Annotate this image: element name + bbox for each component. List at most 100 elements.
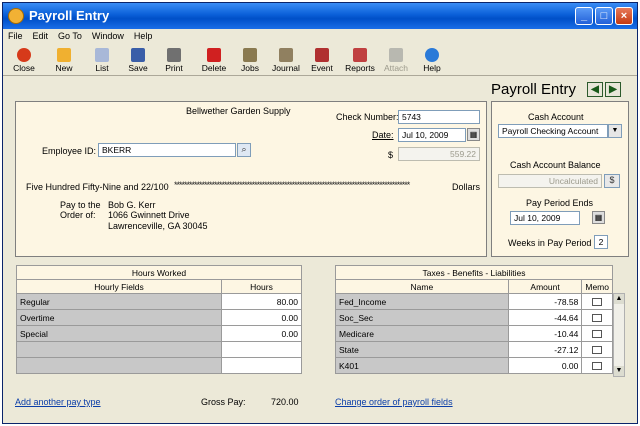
- window-title: Payroll Entry: [29, 8, 110, 23]
- event-button[interactable]: Event: [305, 48, 339, 73]
- menu-window[interactable]: Window: [87, 29, 129, 43]
- scroll-up-icon[interactable]: ▲: [614, 294, 624, 304]
- memo-checkbox[interactable]: [592, 298, 603, 307]
- arrow-left-icon: ◀: [591, 84, 599, 95]
- taxes-benefits-table: Taxes - Benefits - Liabilities Name Amou…: [335, 265, 613, 374]
- employee-lookup-button[interactable]: ⌕: [237, 143, 251, 157]
- memo-checkbox[interactable]: [592, 314, 603, 323]
- employee-id-label: Employee ID:: [42, 146, 97, 156]
- date-label: Date:: [372, 130, 394, 140]
- attach-button[interactable]: Attach: [379, 48, 413, 73]
- save-icon: [131, 48, 145, 62]
- cash-balance-label: Cash Account Balance: [510, 160, 601, 170]
- close-button[interactable]: Close: [7, 48, 41, 73]
- change-order-link[interactable]: Change order of payroll fields: [335, 397, 453, 407]
- check-panel: Bellwether Garden Supply Check Number: 5…: [15, 101, 487, 257]
- table-row[interactable]: Medicare -10.44: [335, 325, 613, 342]
- attach-icon: [389, 48, 403, 62]
- amount-label: $: [388, 150, 394, 160]
- dollars-label: Dollars: [452, 182, 481, 192]
- next-record-button[interactable]: ▶: [605, 82, 621, 97]
- gross-pay-value: 720.00: [271, 397, 299, 407]
- help-icon: [425, 48, 439, 62]
- hours-table-title: Hours Worked: [16, 265, 302, 280]
- print-button[interactable]: Print: [157, 48, 191, 73]
- memo-checkbox[interactable]: [592, 346, 603, 355]
- table-row[interactable]: Special 0.00: [16, 325, 302, 342]
- payroll-entry-window: Payroll Entry _ □ × File Edit Go To Window H…: [2, 2, 638, 424]
- menu-file[interactable]: File: [3, 29, 28, 43]
- calculate-balance-button[interactable]: $: [604, 174, 620, 188]
- page-title: Payroll Entry: [491, 81, 577, 98]
- table-row[interactable]: Fed_Income -78.58: [335, 293, 613, 310]
- menu-help[interactable]: Help: [129, 29, 158, 43]
- pay-period-calendar-icon[interactable]: ▦: [592, 211, 605, 224]
- cash-account-panel: Cash Account Payroll Checking Account ▼ …: [491, 101, 629, 257]
- taxes-table-title: Taxes - Benefits - Liabilities: [335, 265, 613, 280]
- check-date-field[interactable]: Jul 10, 2009: [398, 128, 466, 142]
- memo-checkbox[interactable]: [592, 362, 603, 371]
- arrow-right-icon: ▶: [609, 84, 617, 95]
- jobs-button[interactable]: Jobs: [233, 48, 267, 73]
- delete-icon: [207, 48, 221, 62]
- add-pay-type-link[interactable]: Add another pay type: [15, 397, 101, 407]
- search-icon: ⌕: [241, 144, 247, 154]
- save-button[interactable]: Save: [121, 48, 155, 73]
- list-button[interactable]: List: [85, 48, 119, 73]
- print-icon: [167, 48, 181, 62]
- company-name: Bellwether Garden Supply: [186, 106, 291, 116]
- taxes-scrollbar[interactable]: ▲ ▼: [613, 293, 625, 377]
- reports-button[interactable]: Reports: [343, 48, 377, 73]
- previous-record-button[interactable]: ◀: [587, 82, 603, 97]
- memo-checkbox[interactable]: [592, 330, 603, 339]
- event-icon: [315, 48, 329, 62]
- name-header: Name: [335, 279, 509, 294]
- journal-button[interactable]: Journal: [269, 48, 303, 73]
- table-row[interactable]: Soc_Sec -44.64: [335, 309, 613, 326]
- chevron-down-icon: ▼: [611, 127, 619, 134]
- cash-account-dropdown[interactable]: ▼: [608, 124, 622, 138]
- pay-period-ends-field[interactable]: Jul 10, 2009: [510, 211, 580, 225]
- table-row[interactable]: Overtime 0.00: [16, 309, 302, 326]
- table-row[interactable]: Regular 80.00: [16, 293, 302, 310]
- calendar-icon[interactable]: ▦: [467, 128, 480, 141]
- hours-worked-table: Hours Worked Hourly Fields Hours Regular…: [16, 265, 302, 374]
- payee-street: 1066 Gwinnett Drive: [108, 210, 190, 220]
- order-of-label: Order of:: [60, 210, 96, 220]
- weeks-in-period-field[interactable]: 2: [594, 235, 608, 249]
- weeks-in-period-label: Weeks in Pay Period: [508, 238, 592, 248]
- check-amount-field: 559.22: [398, 147, 480, 161]
- app-icon: [8, 8, 24, 24]
- table-row[interactable]: K401 0.00: [335, 357, 613, 374]
- table-row[interactable]: State -27.12: [335, 341, 613, 358]
- payee-city: Lawrenceville, GA 30045: [108, 221, 208, 231]
- menu-edit[interactable]: Edit: [28, 29, 54, 43]
- table-row[interactable]: [16, 341, 302, 358]
- menu-go-to[interactable]: Go To: [53, 29, 87, 43]
- delete-button[interactable]: Delete: [197, 48, 231, 73]
- table-row[interactable]: [16, 357, 302, 374]
- reports-icon: [353, 48, 367, 62]
- minimize-button[interactable]: _: [575, 7, 593, 25]
- cash-account-label: Cash Account: [528, 112, 584, 122]
- help-button[interactable]: Help: [415, 48, 449, 73]
- scroll-down-icon[interactable]: ▼: [614, 366, 624, 376]
- hourly-fields-header: Hourly Fields: [16, 279, 222, 294]
- payee-name: Bob G. Kerr: [108, 200, 156, 210]
- hours-header: Hours: [221, 279, 302, 294]
- cash-account-field[interactable]: Payroll Checking Account: [498, 124, 608, 138]
- amount-header: Amount: [507, 279, 583, 294]
- amount-in-words: Five Hundred Fifty-Nine and 22/100: [26, 182, 169, 192]
- close-icon: [17, 48, 31, 62]
- maximize-button[interactable]: □: [595, 7, 613, 25]
- gross-pay-label: Gross Pay:: [201, 397, 246, 407]
- cash-balance-field: Uncalculated: [498, 174, 602, 188]
- new-button[interactable]: New: [47, 48, 81, 73]
- new-icon: [57, 48, 71, 62]
- dollar-icon: $: [609, 175, 615, 185]
- close-window-button[interactable]: ×: [615, 7, 633, 25]
- toolbar: Close New List Save Print Delete Jobs Jo…: [3, 46, 637, 76]
- check-number-field[interactable]: 5743: [398, 110, 480, 124]
- memo-header: Memo: [581, 279, 613, 294]
- employee-id-field[interactable]: BKERR: [98, 143, 236, 157]
